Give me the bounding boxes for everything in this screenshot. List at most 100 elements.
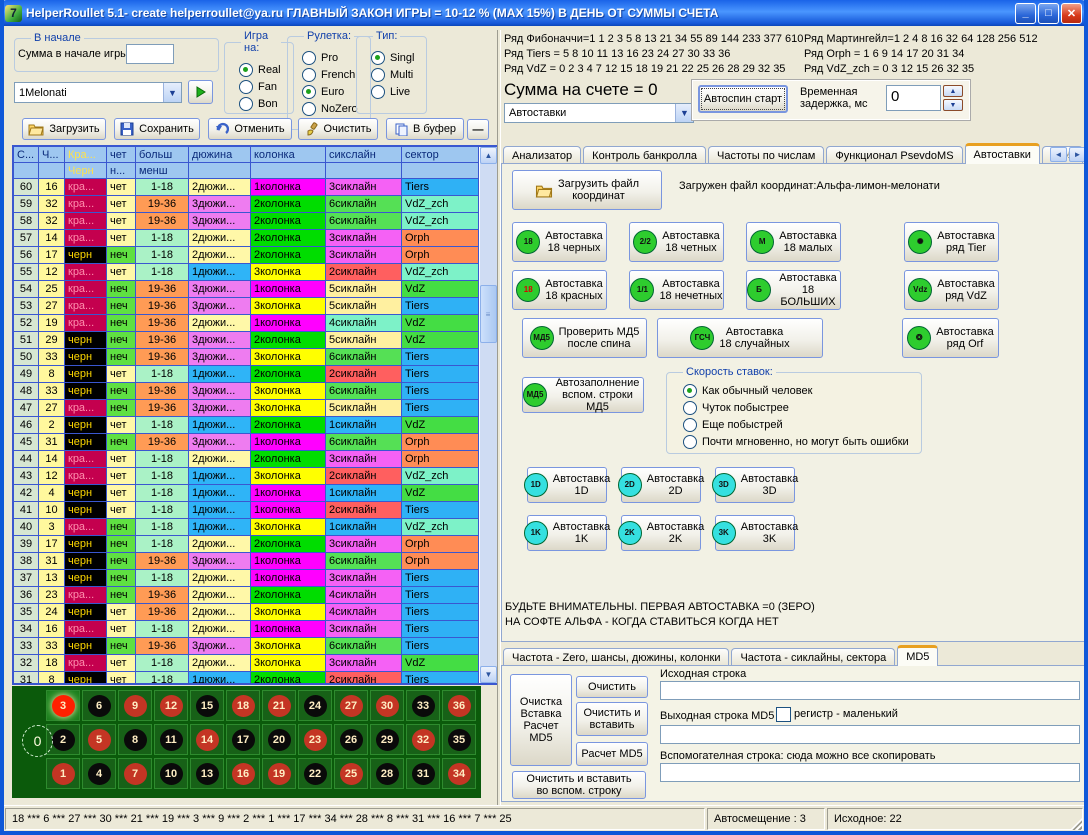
board-number-26[interactable]: 26	[334, 724, 368, 755]
board-number-13[interactable]: 13	[190, 758, 224, 789]
bet-button-автоставка-18-случайных[interactable]: ГСЧАвтоставка 18 случайных	[657, 318, 823, 358]
md5-clear-button[interactable]: Очистить	[576, 676, 648, 698]
column-header[interactable]: менш	[136, 163, 189, 179]
spinner-up-icon[interactable]: ▲	[943, 85, 963, 97]
scrollbar-thumb[interactable]: ≡	[480, 285, 497, 343]
tab-анализатор[interactable]: Анализатор	[503, 146, 581, 164]
board-number-9[interactable]: 9	[118, 690, 152, 721]
tab-scroll-left-icon[interactable]: ◄	[1050, 147, 1067, 162]
md5-calc-button[interactable]: Расчет MD5	[576, 742, 648, 766]
board-number-5[interactable]: 5	[82, 724, 116, 755]
bet-button-автоставка-ряд-orf[interactable]: ❂Автоставка ряд Orf	[902, 318, 999, 358]
autobet-combobox[interactable]: Автоставки ▼	[504, 103, 694, 123]
bet-button-автоставка-18-нечетных[interactable]: 1/1Автоставка 18 нечетных	[629, 270, 724, 310]
column-header[interactable]	[39, 163, 65, 179]
delay-spinner[interactable]: 0 ▲ ▼	[886, 85, 963, 111]
column-header[interactable]: н...	[107, 163, 136, 179]
board-number-33[interactable]: 33	[406, 690, 440, 721]
board-number-32[interactable]: 32	[406, 724, 440, 755]
board-number-15[interactable]: 15	[190, 690, 224, 721]
speed-radio-2[interactable]: Еще побыстрей	[683, 418, 909, 432]
bet-button-проверить-мд5-после-спина[interactable]: МД5Проверить МД5 после спина	[522, 318, 647, 358]
radio-french[interactable]: French	[302, 68, 358, 82]
profile-combobox[interactable]: 1Melonati ▼	[14, 82, 182, 103]
board-number-36[interactable]: 36	[442, 690, 476, 721]
radio-euro[interactable]: Euro	[302, 85, 358, 99]
radio-fan[interactable]: Fan	[239, 80, 281, 94]
radio-bon[interactable]: Bon	[239, 97, 281, 111]
board-number-29[interactable]: 29	[370, 724, 404, 755]
register-checkbox[interactable]	[776, 707, 791, 722]
bet-button-автоставка-ряд-vdz[interactable]: VdzАвтоставка ряд VdZ	[904, 270, 999, 310]
board-number-19[interactable]: 19	[262, 758, 296, 789]
bet-button-автоставка-3d[interactable]: 3DАвтоставка 3D	[715, 467, 795, 503]
tab-автоставки[interactable]: Автоставки	[965, 143, 1040, 164]
column-header[interactable]: Кра...	[65, 147, 107, 163]
column-header[interactable]: С...	[14, 147, 39, 163]
bet-button-автоставка-ряд-tier[interactable]: ✺Автоставка ряд Tier	[904, 222, 999, 262]
board-number-14[interactable]: 14	[190, 724, 224, 755]
chevron-down-icon[interactable]: ▼	[675, 104, 693, 122]
board-number-11[interactable]: 11	[154, 724, 188, 755]
column-header[interactable]: чет	[107, 147, 136, 163]
board-number-25[interactable]: 25	[334, 758, 368, 789]
toolbar-undo-button[interactable]: Отменить	[208, 118, 292, 140]
md5-source-input[interactable]	[660, 681, 1080, 700]
bet-button-автоставка-3k[interactable]: 3KАвтоставка 3K	[715, 515, 795, 551]
maximize-button[interactable]: □	[1038, 3, 1059, 24]
board-number-0[interactable]: 0	[22, 725, 53, 757]
bet-button-автоставка-18-четных[interactable]: 2/2Автоставка 18 четных	[629, 222, 724, 262]
board-number-8[interactable]: 8	[118, 724, 152, 755]
tab-scroll-right-icon[interactable]: ►	[1069, 147, 1086, 162]
speed-radio-0[interactable]: Как обычный человек	[683, 384, 909, 398]
speed-radio-3[interactable]: Почти мгновенно, но могут быть ошибки	[683, 435, 909, 449]
scroll-up-icon[interactable]: ▲	[480, 147, 497, 164]
delay-value[interactable]: 0	[886, 85, 941, 111]
tab-частоты-по-числам[interactable]: Частоты по числам	[708, 146, 824, 164]
board-number-24[interactable]: 24	[298, 690, 332, 721]
radio-nozero[interactable]: NoZero	[302, 102, 358, 116]
column-header[interactable]	[326, 163, 402, 179]
column-header[interactable]: дюжина	[189, 147, 251, 163]
column-header[interactable]	[189, 163, 251, 179]
chevron-down-icon[interactable]: ▼	[163, 83, 181, 102]
board-number-35[interactable]: 35	[442, 724, 476, 755]
table-scrollbar[interactable]: ▲ ≡ ▼	[480, 147, 497, 683]
bet-button-автоставка-2k[interactable]: 2KАвтоставка 2K	[621, 515, 701, 551]
md5-clear-paste-aux-button[interactable]: Очистить и вставить во вспом. строку	[512, 771, 646, 799]
bet-button-автоставка-18-больших[interactable]: БАвтоставка 18 БОЛЬШИХ	[746, 270, 841, 310]
radio-pro[interactable]: Pro	[302, 51, 358, 65]
board-number-12[interactable]: 12	[154, 690, 188, 721]
toolbar-floppy-button[interactable]: Сохранить	[114, 118, 200, 140]
toolbar-folder-button[interactable]: Загрузить	[22, 118, 106, 140]
spinner-down-icon[interactable]: ▼	[943, 99, 963, 111]
bet-button-автоставка-1d[interactable]: 1DАвтоставка 1D	[527, 467, 607, 503]
column-header[interactable]: Ч...	[39, 147, 65, 163]
board-number-21[interactable]: 21	[262, 690, 296, 721]
play-button[interactable]	[188, 80, 213, 104]
board-number-1[interactable]: 1	[46, 758, 80, 789]
speed-radio-1[interactable]: Чуток побыстрее	[683, 401, 909, 415]
tab-контроль-банкролла[interactable]: Контроль банкролла	[583, 146, 706, 164]
column-header[interactable]: больш	[136, 147, 189, 163]
board-number-20[interactable]: 20	[262, 724, 296, 755]
bet-button-автоставка-18-черных[interactable]: 18Автоставка 18 черных	[512, 222, 607, 262]
bet-button-автозаполнение-вспом-строки-мд5[interactable]: МД5Автозаполнение вспом. строки МД5	[522, 377, 644, 413]
board-number-7[interactable]: 7	[118, 758, 152, 789]
board-number-16[interactable]: 16	[226, 758, 260, 789]
radio-live[interactable]: Live	[371, 85, 414, 99]
board-number-3[interactable]: 3	[46, 690, 80, 721]
autospin-start-button[interactable]: Автоспин старт	[698, 85, 788, 113]
tab-частота-сиклайны-сектора[interactable]: Частота - сиклайны, сектора	[731, 648, 895, 666]
board-number-18[interactable]: 18	[226, 690, 260, 721]
column-header[interactable]: Черн	[65, 163, 107, 179]
radio-singl[interactable]: Singl	[371, 51, 414, 65]
column-header[interactable]: колонка	[251, 147, 326, 163]
tab-md5[interactable]: MD5	[897, 645, 938, 666]
board-number-30[interactable]: 30	[370, 690, 404, 721]
tab-частота-zero-шансы-дюжины-колонки[interactable]: Частота - Zero, шансы, дюжины, колонки	[503, 648, 729, 666]
radio-real[interactable]: Real	[239, 63, 281, 77]
collapse-button[interactable]: —	[467, 119, 489, 140]
bet-button-автоставка-1k[interactable]: 1KАвтоставка 1K	[527, 515, 607, 551]
bet-button-автоставка-18-красных[interactable]: 18Автоставка 18 красных	[512, 270, 607, 310]
